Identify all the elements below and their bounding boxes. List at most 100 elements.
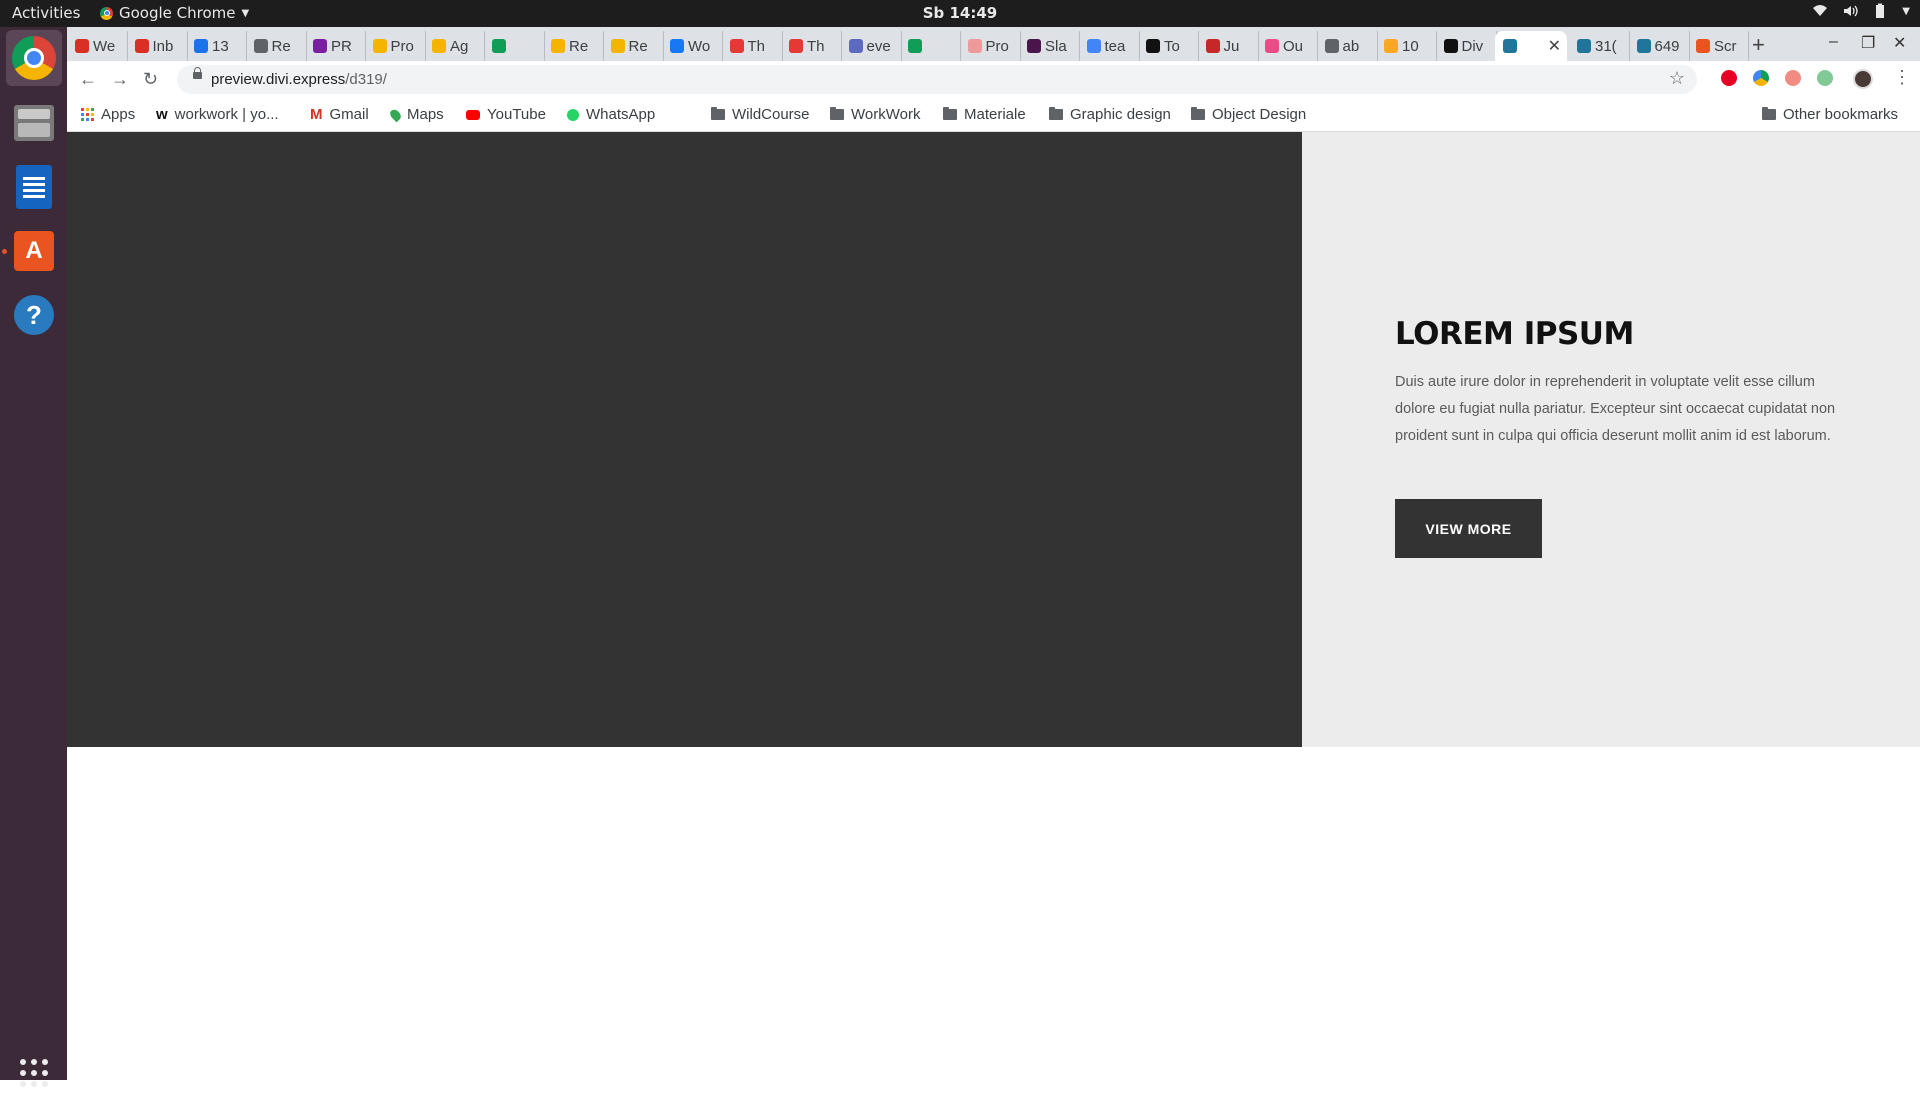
forward-button[interactable]: → <box>111 69 129 90</box>
tab-label: Wo <box>688 37 711 55</box>
system-tray[interactable]: ▼ <box>1812 3 1910 19</box>
tab[interactable]: 10 <box>1376 31 1437 61</box>
hero-image-panel <box>67 132 1302 747</box>
tab[interactable]: PR <box>305 31 366 61</box>
dock-writer[interactable] <box>6 159 62 215</box>
tab[interactable]: Th <box>722 31 783 61</box>
dock-files[interactable] <box>6 95 62 151</box>
minimize-button[interactable]: – <box>1829 33 1838 51</box>
app-icon <box>194 39 208 53</box>
tab[interactable]: Pro <box>365 31 426 61</box>
tab-strip: We Inb 13 Re PR Pro Ag Re Re Wo Th Th eve Pro Sla tea To… <box>67 27 1920 61</box>
slides-icon <box>372 39 387 53</box>
tab[interactable]: Sla <box>1019 31 1080 61</box>
tab-label: Th <box>747 37 766 55</box>
tab[interactable]: Wo <box>662 31 723 61</box>
bookmark-maps[interactable]: Maps <box>388 106 444 123</box>
shopping-bag-icon: A <box>14 231 54 271</box>
tab[interactable]: Ag <box>424 31 485 61</box>
dock-software[interactable]: A <box>6 223 62 279</box>
tab[interactable]: 13 <box>186 31 247 61</box>
clock[interactable]: Sb 14:49 <box>900 4 1020 22</box>
app-grid-icon <box>20 1059 48 1087</box>
folder-icon <box>943 107 957 120</box>
slides-icon <box>551 39 565 53</box>
bookmark-youtube[interactable]: YouTube <box>466 106 546 123</box>
bookmark-folder-materiale[interactable]: Materiale <box>943 106 1026 123</box>
google-drive-icon[interactable] <box>1753 70 1769 86</box>
folder-icon <box>1049 107 1063 120</box>
tab[interactable]: Ju <box>1198 31 1259 61</box>
tab[interactable]: Re <box>603 31 664 61</box>
bookmark-apps[interactable]: Apps <box>81 106 135 123</box>
tab[interactable]: We <box>67 31 128 61</box>
close-tab-icon[interactable]: ✕ <box>1548 36 1561 56</box>
folder-icon <box>1762 107 1776 120</box>
tab-label: Ou <box>1283 37 1304 55</box>
wordpress-icon <box>1503 39 1517 53</box>
bookmark-folder-workwork[interactable]: WorkWork <box>830 106 920 123</box>
tab[interactable]: Inb <box>127 31 188 61</box>
gmail-icon <box>134 39 149 53</box>
view-more-button[interactable]: VIEW MORE <box>1395 499 1542 558</box>
hero-text-panel: LOREM IPSUM Duis aute irure dolor in rep… <box>1302 132 1920 747</box>
tab-label: 13 <box>212 37 229 55</box>
tab[interactable] <box>484 31 545 61</box>
tab[interactable]: To <box>1138 31 1199 61</box>
tab[interactable]: Th <box>781 31 842 61</box>
tab[interactable]: Scr <box>1688 31 1749 61</box>
maximize-button[interactable]: ❐ <box>1861 33 1875 53</box>
tab[interactable]: Pro <box>960 31 1021 61</box>
tab[interactable]: Ou <box>1257 31 1318 61</box>
close-window-button[interactable]: ✕ <box>1893 33 1906 53</box>
dock: A ? <box>0 27 67 1087</box>
tab-label: Sla <box>1045 37 1067 55</box>
tab-label: Inb <box>152 37 174 55</box>
facebook-icon <box>670 39 684 53</box>
bookmark-gmail[interactable]: M Gmail <box>310 106 369 123</box>
gmail-icon <box>75 39 89 53</box>
bookmark-star-icon[interactable]: ☆ <box>1669 68 1685 89</box>
menu-kebab-icon[interactable]: ⋮ <box>1893 67 1911 88</box>
tab[interactable]: Re <box>246 31 307 61</box>
bookmark-workwork[interactable]: w workwork | yo... <box>156 106 279 123</box>
address-bar[interactable]: preview.divi.express/d319/ ☆ <box>177 65 1697 94</box>
activities-button[interactable]: Activities <box>12 4 80 22</box>
bookmark-whatsapp[interactable]: WhatsApp <box>567 106 655 123</box>
tab[interactable]: Re <box>543 31 604 61</box>
apps-grid-icon <box>81 108 94 121</box>
tab-label: Ag <box>450 37 469 55</box>
tab[interactable]: 649 <box>1629 31 1690 61</box>
back-button[interactable]: ← <box>79 69 97 90</box>
dock-chrome[interactable] <box>6 30 62 86</box>
show-applications-button[interactable] <box>6 1045 62 1101</box>
bookmark-other-bookmarks[interactable]: Other bookmarks <box>1762 106 1898 123</box>
battery-icon <box>1876 3 1885 18</box>
app-icon <box>967 39 982 53</box>
pinterest-icon[interactable] <box>1721 70 1737 86</box>
tab-label: eve <box>866 37 891 55</box>
extension-icon[interactable] <box>1785 70 1801 86</box>
tab-label: PR <box>331 37 352 55</box>
tab[interactable]: Div <box>1436 31 1497 61</box>
bookmark-folder-object-design[interactable]: Object Design <box>1191 106 1306 123</box>
tab[interactable]: ab <box>1317 31 1378 61</box>
tab[interactable]: tea <box>1079 31 1140 61</box>
volume-icon <box>1844 5 1858 17</box>
reload-button[interactable]: ↻ <box>143 69 158 90</box>
app-menu[interactable]: Google Chrome ▼ <box>100 4 249 22</box>
tab-active[interactable]: ✕ <box>1495 31 1567 61</box>
tab[interactable]: eve <box>841 31 902 61</box>
bookmark-folder-graphic-design[interactable]: Graphic design <box>1049 106 1171 123</box>
tab[interactable] <box>900 31 961 61</box>
tab-label: Re <box>569 37 589 55</box>
profile-avatar[interactable] <box>1853 69 1873 89</box>
system-top-bar: Activities Google Chrome ▼ Sb 14:49 ▼ <box>0 0 1920 27</box>
whatsapp-icon <box>567 108 579 121</box>
extension-icon[interactable] <box>1817 70 1833 86</box>
dock-help[interactable]: ? <box>6 287 62 343</box>
bookmark-folder-wildcourse[interactable]: WildCourse <box>711 106 810 123</box>
new-tab-button[interactable]: + <box>1752 32 1765 58</box>
tab[interactable]: 31( <box>1569 31 1630 61</box>
youtube-icon <box>466 109 480 120</box>
